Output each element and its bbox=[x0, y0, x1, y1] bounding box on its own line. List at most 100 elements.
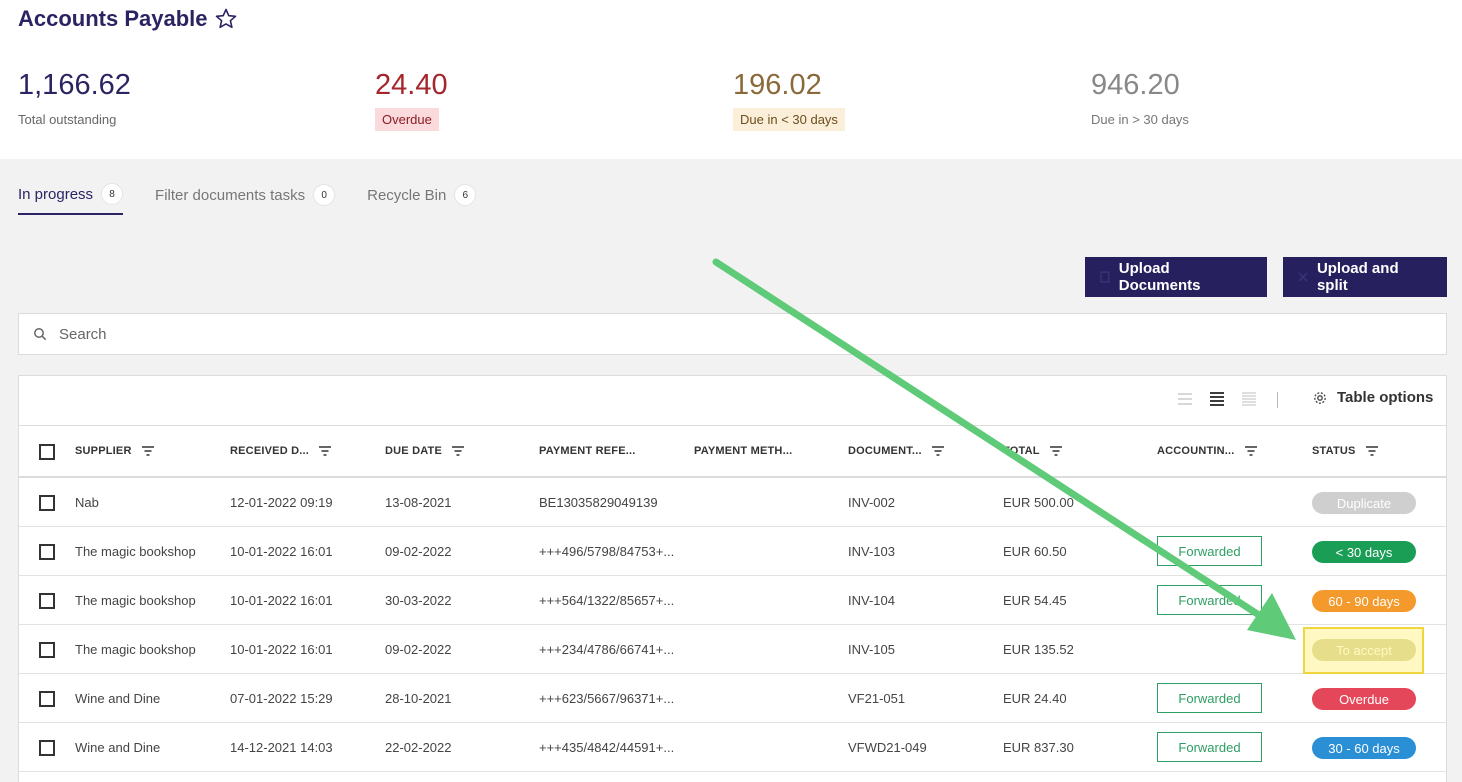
column-label: SUPPLIER bbox=[75, 445, 132, 457]
table-row[interactable]: The magic bookshop 10-01-2022 16:01 30-03-… bbox=[19, 576, 1446, 625]
total-cell: EUR 837.30 bbox=[1003, 740, 1074, 755]
total-cell: EUR 500.00 bbox=[1003, 495, 1074, 510]
column-total[interactable]: TOTAL bbox=[1003, 445, 1062, 457]
kpi-value: 196.02 bbox=[733, 69, 822, 101]
tab-recycle-bin[interactable]: Recycle Bin 6 bbox=[367, 183, 477, 215]
column-payment-reference[interactable]: PAYMENT REFE... bbox=[539, 445, 636, 457]
filter-icon[interactable] bbox=[931, 446, 944, 456]
table-row[interactable]: Wine and Dine 14-12-2021 14:03 22-02-2022 +… bbox=[19, 723, 1446, 772]
select-all-checkbox[interactable] bbox=[39, 444, 55, 460]
row-checkbox[interactable] bbox=[39, 495, 55, 511]
payment-reference-cell: +++564/1322/85657+... bbox=[539, 593, 675, 608]
tab-filter-documents-tasks[interactable]: Filter documents tasks 0 bbox=[155, 183, 336, 215]
row-checkbox[interactable] bbox=[39, 593, 55, 609]
filter-icon[interactable] bbox=[1244, 446, 1257, 456]
column-payment-method[interactable]: PAYMENT METH... bbox=[694, 445, 792, 457]
column-label: STATUS bbox=[1312, 445, 1356, 457]
column-label: ACCOUNTIN... bbox=[1157, 445, 1235, 457]
table-row[interactable]: Wine and Dine 07-01-2022 15:29 28-10-2021 +… bbox=[19, 674, 1446, 723]
kpi-overdue[interactable]: 24.40 Overdue bbox=[375, 68, 448, 131]
status-badge: Overdue bbox=[1312, 688, 1416, 710]
column-label: DOCUMENT... bbox=[848, 445, 922, 457]
table-toolbar: Table options bbox=[19, 376, 1446, 426]
column-due-date[interactable]: DUE DATE bbox=[385, 445, 465, 457]
button-label: Upload Documents bbox=[1118, 260, 1201, 294]
kpi-value: 946.20 bbox=[1091, 69, 1180, 101]
forwarded-badge[interactable]: Forwarded bbox=[1157, 536, 1262, 566]
filter-icon[interactable] bbox=[319, 446, 332, 456]
table-header: SUPPLIER RECEIVED D... DUE DATE PAYMENT … bbox=[19, 426, 1446, 478]
status-badge: < 30 days bbox=[1312, 541, 1416, 563]
star-icon[interactable] bbox=[214, 7, 238, 31]
total-cell: EUR 24.40 bbox=[1003, 691, 1067, 706]
filter-icon[interactable] bbox=[1365, 446, 1378, 456]
total-cell: EUR 60.50 bbox=[1003, 544, 1067, 559]
page-title-text: Accounts Payable bbox=[18, 6, 208, 31]
status-highlight-box bbox=[1303, 627, 1424, 674]
kpi-due-lt-30[interactable]: 196.02 Due in < 30 days bbox=[733, 68, 845, 131]
due-date-cell: 13-08-2021 bbox=[385, 495, 452, 510]
search-input[interactable] bbox=[59, 325, 1446, 343]
document-cell: INV-105 bbox=[848, 642, 895, 657]
upload-icon bbox=[1100, 271, 1110, 283]
table-options-button[interactable]: Table options bbox=[1313, 389, 1433, 406]
status-badge: 60 - 90 days bbox=[1312, 590, 1416, 612]
document-cell: INV-103 bbox=[848, 544, 895, 559]
kpi-due-gt-30[interactable]: 946.20 Due in > 30 days bbox=[1091, 68, 1196, 131]
supplier-cell: The magic bookshop bbox=[75, 593, 196, 608]
tab-bar: In progress 8 Filter documents tasks 0 R… bbox=[18, 183, 477, 215]
table-row[interactable]: The magic bookshop 10-01-2022 16:01 09-02-… bbox=[19, 625, 1446, 674]
forwarded-badge[interactable]: Forwarded bbox=[1157, 732, 1262, 762]
status-badge: 30 - 60 days bbox=[1312, 737, 1416, 759]
button-label: Upload and split bbox=[1316, 260, 1399, 294]
kpi-total-outstanding[interactable]: 1,166.62 Total outstanding bbox=[18, 68, 131, 131]
supplier-cell: Wine and Dine bbox=[75, 691, 161, 706]
row-checkbox[interactable] bbox=[39, 544, 55, 560]
column-received-date[interactable]: RECEIVED D... bbox=[230, 445, 332, 457]
page-title: Accounts Payable bbox=[18, 6, 238, 32]
column-accounting[interactable]: ACCOUNTIN... bbox=[1157, 445, 1257, 457]
supplier-cell: The magic bookshop bbox=[75, 544, 196, 559]
column-document[interactable]: DOCUMENT... bbox=[848, 445, 944, 457]
payment-reference-cell: BE13035829049139 bbox=[539, 495, 658, 510]
forwarded-badge[interactable]: Forwarded bbox=[1157, 683, 1262, 713]
column-supplier[interactable]: SUPPLIER bbox=[75, 445, 154, 457]
toolbar-divider bbox=[1277, 392, 1278, 408]
kpi-label: Due in > 30 days bbox=[1091, 112, 1189, 127]
payment-reference-cell: +++623/5667/96371+... bbox=[539, 691, 675, 706]
status-badge: Duplicate bbox=[1312, 492, 1416, 514]
upload-documents-button[interactable]: Upload Documents bbox=[1085, 257, 1267, 297]
payment-reference-cell: +++496/5798/84753+... bbox=[539, 544, 675, 559]
received-date-cell: 10-01-2022 16:01 bbox=[230, 593, 333, 608]
row-checkbox[interactable] bbox=[39, 691, 55, 707]
kpi-badge: Due in < 30 days bbox=[733, 108, 845, 131]
density-comfortable-icon[interactable] bbox=[1241, 391, 1257, 407]
column-label: DUE DATE bbox=[385, 445, 443, 457]
tab-label: Filter documents tasks bbox=[155, 186, 306, 204]
column-status[interactable]: STATUS bbox=[1312, 445, 1378, 457]
row-checkbox[interactable] bbox=[39, 642, 55, 658]
kpi-value: 24.40 bbox=[375, 69, 448, 101]
supplier-cell: Wine and Dine bbox=[75, 740, 161, 755]
tab-in-progress[interactable]: In progress 8 bbox=[18, 183, 124, 215]
filter-icon[interactable] bbox=[452, 446, 465, 456]
table-row[interactable]: Nab 12-01-2022 09:19 13-08-2021 BE130358290… bbox=[19, 478, 1446, 527]
document-cell: INV-104 bbox=[848, 593, 895, 608]
filter-icon[interactable] bbox=[141, 446, 154, 456]
upload-and-split-button[interactable]: Upload and split bbox=[1283, 257, 1447, 297]
received-date-cell: 10-01-2022 16:01 bbox=[230, 642, 333, 657]
document-cell: VF21-051 bbox=[848, 691, 906, 706]
forwarded-badge[interactable]: Forwarded bbox=[1157, 585, 1262, 615]
tab-label: Recycle Bin bbox=[367, 186, 447, 204]
summary-header: Accounts Payable 1,166.62 Total outstand… bbox=[0, 0, 1462, 159]
payment-reference-cell: +++435/4842/44591+... bbox=[539, 740, 675, 755]
kpi-label: Total outstanding bbox=[18, 112, 117, 127]
column-label: TOTAL bbox=[1003, 445, 1040, 457]
density-default-icon[interactable] bbox=[1209, 391, 1225, 407]
table-body: Nab 12-01-2022 09:19 13-08-2021 BE130358290… bbox=[19, 478, 1446, 772]
column-label: PAYMENT METH... bbox=[694, 445, 793, 457]
filter-icon[interactable] bbox=[1049, 446, 1062, 456]
density-compact-icon[interactable] bbox=[1177, 391, 1193, 407]
table-row[interactable]: The magic bookshop 10-01-2022 16:01 09-02-… bbox=[19, 527, 1446, 576]
row-checkbox[interactable] bbox=[39, 740, 55, 756]
